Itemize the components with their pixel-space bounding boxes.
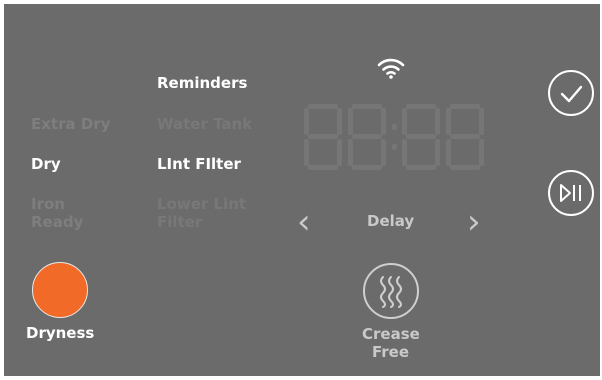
- option-dry[interactable]: Dry: [31, 155, 61, 173]
- display-digit: [446, 104, 484, 170]
- display-colon-bottom: [392, 144, 397, 150]
- reminder-lower-lint-filter: Lower Lint Filter: [157, 195, 246, 231]
- option-iron-ready-line2: Ready: [31, 213, 84, 231]
- play-pause-icon: [560, 184, 581, 202]
- delay-prev-button[interactable]: ‹: [297, 203, 311, 241]
- display-digit: [304, 104, 342, 170]
- reminder-water-tank: Water Tank: [157, 115, 253, 133]
- delay-next-button[interactable]: ›: [467, 203, 481, 241]
- reminder-lower-lint-line1: Lower Lint: [157, 195, 247, 213]
- delay-label: Delay: [367, 212, 415, 230]
- dryness-label: Dryness: [26, 324, 95, 342]
- crease-free-button[interactable]: Crease Free: [354, 261, 428, 365]
- option-iron-ready-line1: Iron: [31, 195, 65, 213]
- checkmark-icon: [560, 85, 583, 103]
- option-extra-dry[interactable]: Extra Dry: [31, 115, 110, 133]
- reminder-lower-lint-line2: Filter: [157, 213, 203, 231]
- wifi-icon: [377, 58, 405, 79]
- display-digit: [402, 104, 440, 170]
- crease-free-label-line1: Crease: [362, 325, 420, 343]
- time-display: 88:88: [304, 104, 484, 170]
- steam-waves-icon: [363, 263, 419, 319]
- reminders-heading: Reminders: [157, 74, 248, 92]
- reminder-lint-filter: LInt FIlter: [157, 155, 241, 173]
- display-digit: [348, 104, 386, 170]
- confirm-button[interactable]: [548, 70, 594, 116]
- start-pause-button[interactable]: [548, 170, 594, 216]
- crease-free-label-line2: Free: [372, 343, 410, 361]
- dryer-control-panel: Extra Dry Dry Iron Ready Reminders Water…: [4, 4, 600, 376]
- dryness-indicator: [32, 262, 88, 318]
- dryness-button[interactable]: Dryness: [26, 262, 98, 352]
- option-iron-ready[interactable]: Iron Ready: [31, 195, 83, 231]
- display-colon-top: [392, 124, 397, 130]
